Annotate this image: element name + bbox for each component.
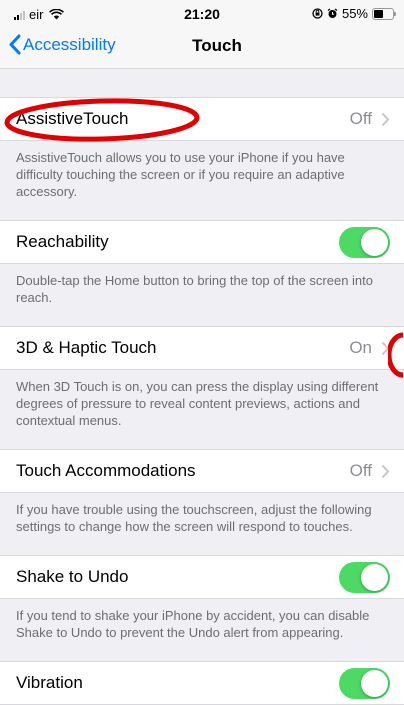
settings-row[interactable]: Touch Accommodations Off — [0, 449, 404, 493]
toggle-switch[interactable] — [339, 562, 390, 593]
chevron-left-icon — [9, 34, 21, 55]
settings-row-footer: If you tend to shake your iPhone by acci… — [16, 608, 370, 640]
back-button[interactable]: Accessibility — [8, 34, 116, 55]
settings-row-label: AssistiveTouch — [16, 109, 129, 128]
settings-row-footer: Double-tap the Home button to bring the … — [16, 273, 374, 305]
battery-percent: 55% — [341, 6, 368, 21]
chevron-right-icon — [381, 112, 390, 127]
settings-row-footer: AssistiveTouch allows you to use your iP… — [16, 150, 345, 199]
settings-row[interactable]: Reachability — [0, 220, 404, 264]
status-right: 55% — [312, 6, 396, 21]
settings-row-label: Vibration — [16, 673, 83, 692]
alarm-icon — [327, 8, 338, 18]
settings-row[interactable]: Shake to Undo — [0, 555, 404, 599]
toggle-knob — [361, 564, 388, 591]
settings-row[interactable]: AssistiveTouch Off — [0, 97, 404, 141]
orientation-lock-icon — [312, 8, 323, 19]
settings-row[interactable]: 3D & Haptic Touch On — [0, 326, 404, 370]
status-bar: eir 21:20 55% — [0, 0, 404, 28]
settings-row-label: Touch Accommodations — [16, 461, 196, 480]
battery-icon — [372, 7, 396, 20]
toggle-knob — [361, 229, 388, 256]
navigation-bar: Accessibility Touch — [0, 28, 404, 69]
chevron-right-icon — [381, 464, 390, 479]
settings-row-label: Reachability — [16, 232, 109, 251]
toggle-switch[interactable] — [339, 227, 390, 258]
settings-list: AssistiveTouch Off AssistiveTouch allows y… — [0, 69, 404, 705]
chevron-right-icon — [381, 341, 390, 356]
settings-row-label: Shake to Undo — [16, 567, 129, 586]
settings-row-footer: If you have trouble using the touchscree… — [16, 502, 372, 534]
settings-row-footer: When 3D Touch is on, you can press the d… — [16, 379, 379, 428]
settings-row-value: Off — [349, 461, 372, 480]
settings-row[interactable]: Vibration — [0, 661, 404, 705]
settings-row-value: On — [349, 338, 372, 357]
settings-row-value: Off — [349, 109, 372, 128]
settings-row-label: 3D & Haptic Touch — [16, 338, 157, 357]
back-button-label: Accessibility — [23, 34, 116, 54]
